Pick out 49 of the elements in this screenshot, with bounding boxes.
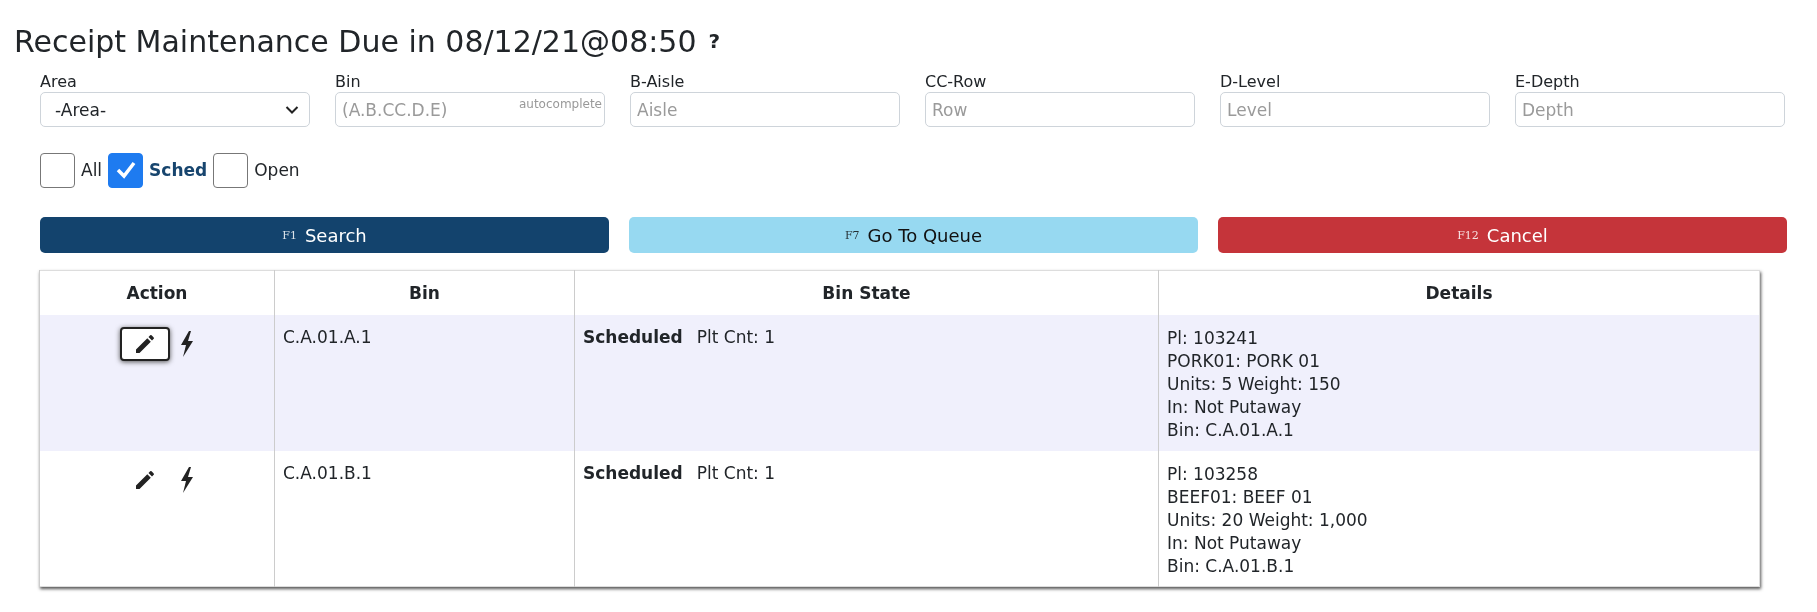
table-row[interactable]: C.A.01.B.1 Scheduled Plt Cnt: 1 Pl: 103258 BEEF01: BEEF 01 Units: 20 Weight: 1,000 In: Not Putaway Bin: C.A.01.B.1 [39,450,1760,587]
column-header: Details [1158,270,1760,315]
field-label: Bin [335,72,362,92]
detail-line: BEEF01: BEEF 01 [1167,485,1314,509]
column-header: Action [39,270,275,315]
detail-line: PORK01: PORK 01 [1167,349,1321,373]
checkbox[interactable] [108,152,144,188]
field-label: D-Level [1220,72,1282,92]
detail-line: Units: 20 Weight: 1,000 [1167,508,1369,532]
field-label: E-Depth [1515,72,1581,92]
checkbox-label: Open [254,160,300,180]
checkbox[interactable] [213,152,249,188]
detail-line: Units: 5 Weight: 150 [1167,372,1342,396]
detail-line: In: Not Putaway [1167,531,1303,555]
field-hint: autocomplete [518,97,602,111]
chevron-down-icon [285,104,299,115]
input-field[interactable]: Level [1220,92,1490,127]
state-text: Scheduled [583,462,683,483]
checkbox[interactable] [40,152,75,188]
detail-line: Pl: 103241 [1167,326,1259,350]
detail-line: Pl: 103258 [1167,462,1259,486]
bin-text: C.A.01.B.1 [283,462,372,483]
input-field[interactable]: Aisle [630,92,900,127]
area-select[interactable]: -Area- [40,92,310,127]
lightning-icon[interactable] [180,330,194,357]
action-button[interactable]: F7 Go To Queue [629,217,1198,253]
edit-button[interactable] [120,326,170,361]
input-field[interactable]: Row [925,92,1195,127]
state-text: Scheduled [583,326,683,347]
table-row[interactable]: C.A.01.A.1 Scheduled Plt Cnt: 1 Pl: 103241 PORK01: PORK 01 Units: 5 Weight: 150 In: Not Putaway Bin: C.A.01.A.1 [39,314,1760,451]
action-button[interactable]: F1 Search [40,217,609,253]
help-link[interactable]: ? [708,29,721,53]
action-button[interactable]: F12 Cancel [1218,217,1787,253]
page-title: Receipt Maintenance Due in 08/12/21@08:50 [14,23,697,59]
field-label: CC-Row [925,72,988,92]
column-header: Bin State [574,270,1159,315]
checkbox-label: All [81,160,103,180]
count-text: Plt Cnt: 1 [696,462,776,483]
detail-line: Bin: C.A.01.A.1 [1167,418,1295,442]
count-text: Plt Cnt: 1 [696,326,776,347]
checkbox-label: Sched [149,160,208,180]
input-field[interactable]: Depth [1515,92,1785,127]
detail-line: Bin: C.A.01.B.1 [1167,554,1296,578]
field-label: Area [40,72,78,92]
lightning-icon[interactable] [180,466,194,493]
bin-text: C.A.01.A.1 [283,326,372,347]
column-header: Bin [274,270,575,315]
field-label: B-Aisle [630,72,686,92]
detail-line: In: Not Putaway [1167,395,1303,419]
